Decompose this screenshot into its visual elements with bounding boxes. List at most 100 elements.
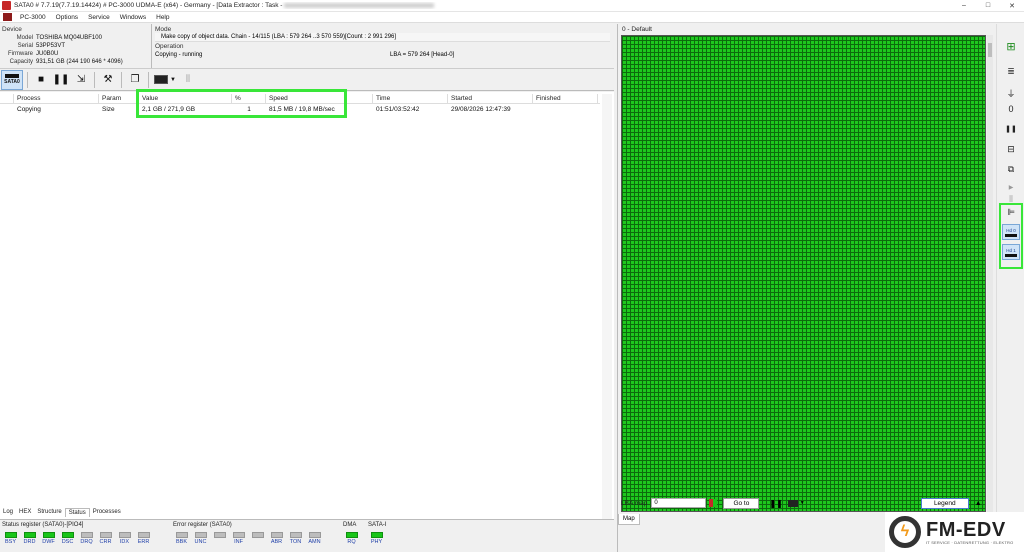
pause-button[interactable]: ❚❚	[52, 71, 70, 89]
led-indicator	[175, 532, 188, 538]
head-1-button[interactable]: Hd 1	[1002, 244, 1020, 260]
device-capacity-label: Capacity	[9, 59, 33, 65]
error-register: Error register (SATA0) BBK UNC INF ABR TON AM…	[173, 521, 325, 545]
mode-description: Make copy of object data. Chain - 14/115…	[155, 33, 610, 42]
register-led-abr: ABR	[268, 529, 285, 545]
led-indicator	[345, 532, 358, 538]
pause-side-icon[interactable]: ❚❚	[1003, 122, 1019, 136]
dma-register-leds: RQ	[343, 529, 362, 545]
operation-status-row: Copying - running LBA = 579 264 [Head-0]	[155, 51, 610, 60]
head-0-label: Hd 0	[1006, 227, 1016, 233]
dma-register-title: DMA	[343, 522, 357, 528]
close-button[interactable]: ✕	[1000, 0, 1024, 12]
reset-icon[interactable]: ≣	[1003, 64, 1019, 78]
sata0-port-button[interactable]: SATA0	[1, 69, 23, 90]
status-register-title: Status register (SATA0)-[PIO4]	[2, 522, 84, 528]
tab-log[interactable]: Log	[0, 508, 16, 517]
copy-icon[interactable]: ❐	[126, 71, 144, 89]
device-model-label: Model	[16, 35, 33, 41]
zero-lba-icon[interactable]: 0	[1003, 102, 1019, 116]
close-task-icon[interactable]: ⧉	[1003, 162, 1019, 176]
stop-button[interactable]: ■	[32, 71, 50, 89]
map-scrollbar-thumb[interactable]	[988, 43, 992, 57]
system-menu-icon[interactable]	[3, 13, 12, 21]
menu-service[interactable]: Service	[83, 14, 115, 21]
task-toolbar: SATA0 ■ ❚❚ ⇲ ⚒ ❐ ▼ ⫴	[0, 69, 614, 91]
register-led-bsy: BSY	[2, 529, 19, 545]
tab-map[interactable]: Map	[618, 514, 640, 525]
error-register-title: Error register (SATA0)	[173, 522, 232, 528]
row-indicator	[0, 105, 14, 115]
column-header-indicator	[0, 94, 14, 104]
export-icon[interactable]: ⇲	[72, 71, 90, 89]
led-indicator	[289, 532, 302, 538]
led-label: INF	[234, 539, 243, 545]
dma-register: DMA RQ	[343, 521, 362, 545]
column-header-process[interactable]: Process	[14, 94, 99, 104]
column-header-param[interactable]: Param	[99, 94, 139, 104]
head-icon	[1005, 253, 1017, 257]
toolbar-separator	[94, 71, 95, 88]
led-label: ABR	[270, 539, 283, 545]
register-led-blank	[211, 529, 228, 545]
operation-header: Operation	[155, 43, 184, 50]
drive-select-dropdown[interactable]: ▼	[153, 71, 177, 89]
register-led-phy: PHY	[368, 529, 385, 545]
device-capacity-value: 931,51 GB (244 190 646 * 4096)	[36, 59, 123, 65]
minimize-button[interactable]: –	[952, 0, 976, 12]
tab-structure[interactable]: Structure	[34, 508, 64, 517]
chevron-down-icon: ▼	[170, 76, 176, 83]
map-pause-button[interactable]: ❚❚	[769, 499, 782, 508]
power-icon[interactable]: ⏚	[1003, 86, 1019, 100]
menu-options[interactable]: Options	[51, 14, 83, 21]
column-header-started[interactable]: Started	[448, 94, 533, 104]
tab-hex[interactable]: HEX	[16, 508, 34, 517]
menu-pc3000[interactable]: PC-3000	[15, 14, 51, 21]
led-indicator	[370, 532, 383, 538]
register-led-amn: AMN	[306, 529, 323, 545]
column-header-time[interactable]: Time	[373, 94, 448, 104]
maximize-button[interactable]: □	[976, 0, 1000, 12]
led-label: DRQ	[80, 539, 93, 545]
tools-icon[interactable]: ⚒	[99, 71, 117, 89]
head-0-button[interactable]: Hd 0	[1002, 224, 1020, 240]
register-led-drq: DRQ	[78, 529, 95, 545]
device-firmware-value: JU0B0U	[36, 51, 59, 57]
error-register-leds: BBK UNC INF ABR TON AMN	[173, 529, 325, 545]
led-label: DWF	[42, 539, 55, 545]
led-label: DRD	[23, 539, 36, 545]
map-view-dropdown[interactable]: ▼	[787, 498, 806, 508]
legend-button[interactable]: Legend	[920, 497, 969, 509]
led-indicator	[80, 532, 93, 538]
tab-processes[interactable]: Processes	[90, 508, 124, 517]
register-led-crr: CRR	[97, 529, 114, 545]
register-led-idx: IDX	[116, 529, 133, 545]
goto-button[interactable]: Go to	[723, 497, 760, 509]
led-label: RQ	[347, 539, 356, 545]
table-scrollbar[interactable]	[602, 94, 612, 526]
column-header-finished[interactable]: Finished	[533, 94, 598, 104]
led-indicator	[308, 532, 321, 538]
collapse-up-icon[interactable]: ▲	[975, 500, 982, 507]
led-label: BSY	[4, 539, 16, 545]
device-serial-value: 53PP53VT	[36, 43, 66, 49]
toolbar-separator	[148, 71, 149, 88]
map-scrollbar[interactable]	[987, 35, 993, 512]
menu-help[interactable]: Help	[151, 14, 174, 21]
lba-input[interactable]: 0	[651, 498, 707, 508]
register-led-drd: DRD	[21, 529, 38, 545]
tab-status[interactable]: Status	[64, 508, 90, 517]
side-toolbar: ⊞ ≣ ⏚ 0 ❚❚ ⊟ ⧉ ▶ ⫴ ⊫ Hd 0 Hd 1	[996, 24, 1024, 552]
heads-all-icon[interactable]: ⊫	[1003, 205, 1019, 219]
mode-panel: Mode Make copy of object data. Chain - 1…	[155, 26, 610, 60]
register-led-dwf: DWF	[40, 529, 57, 545]
head-map-icon[interactable]: ⊟	[1003, 142, 1019, 156]
lba-map-grid[interactable]	[621, 35, 986, 512]
device-serial-label: Serial	[17, 43, 33, 49]
add-task-icon[interactable]: ⊞	[1003, 39, 1019, 53]
drive-chip-icon	[154, 75, 169, 84]
fm-edv-logo: ϟ FM-EDV IT SERVICE · DATENRETTUNG · ELE…	[885, 512, 1024, 552]
led-indicator	[137, 532, 150, 538]
menu-windows[interactable]: Windows	[115, 14, 151, 21]
led-indicator	[61, 532, 74, 538]
